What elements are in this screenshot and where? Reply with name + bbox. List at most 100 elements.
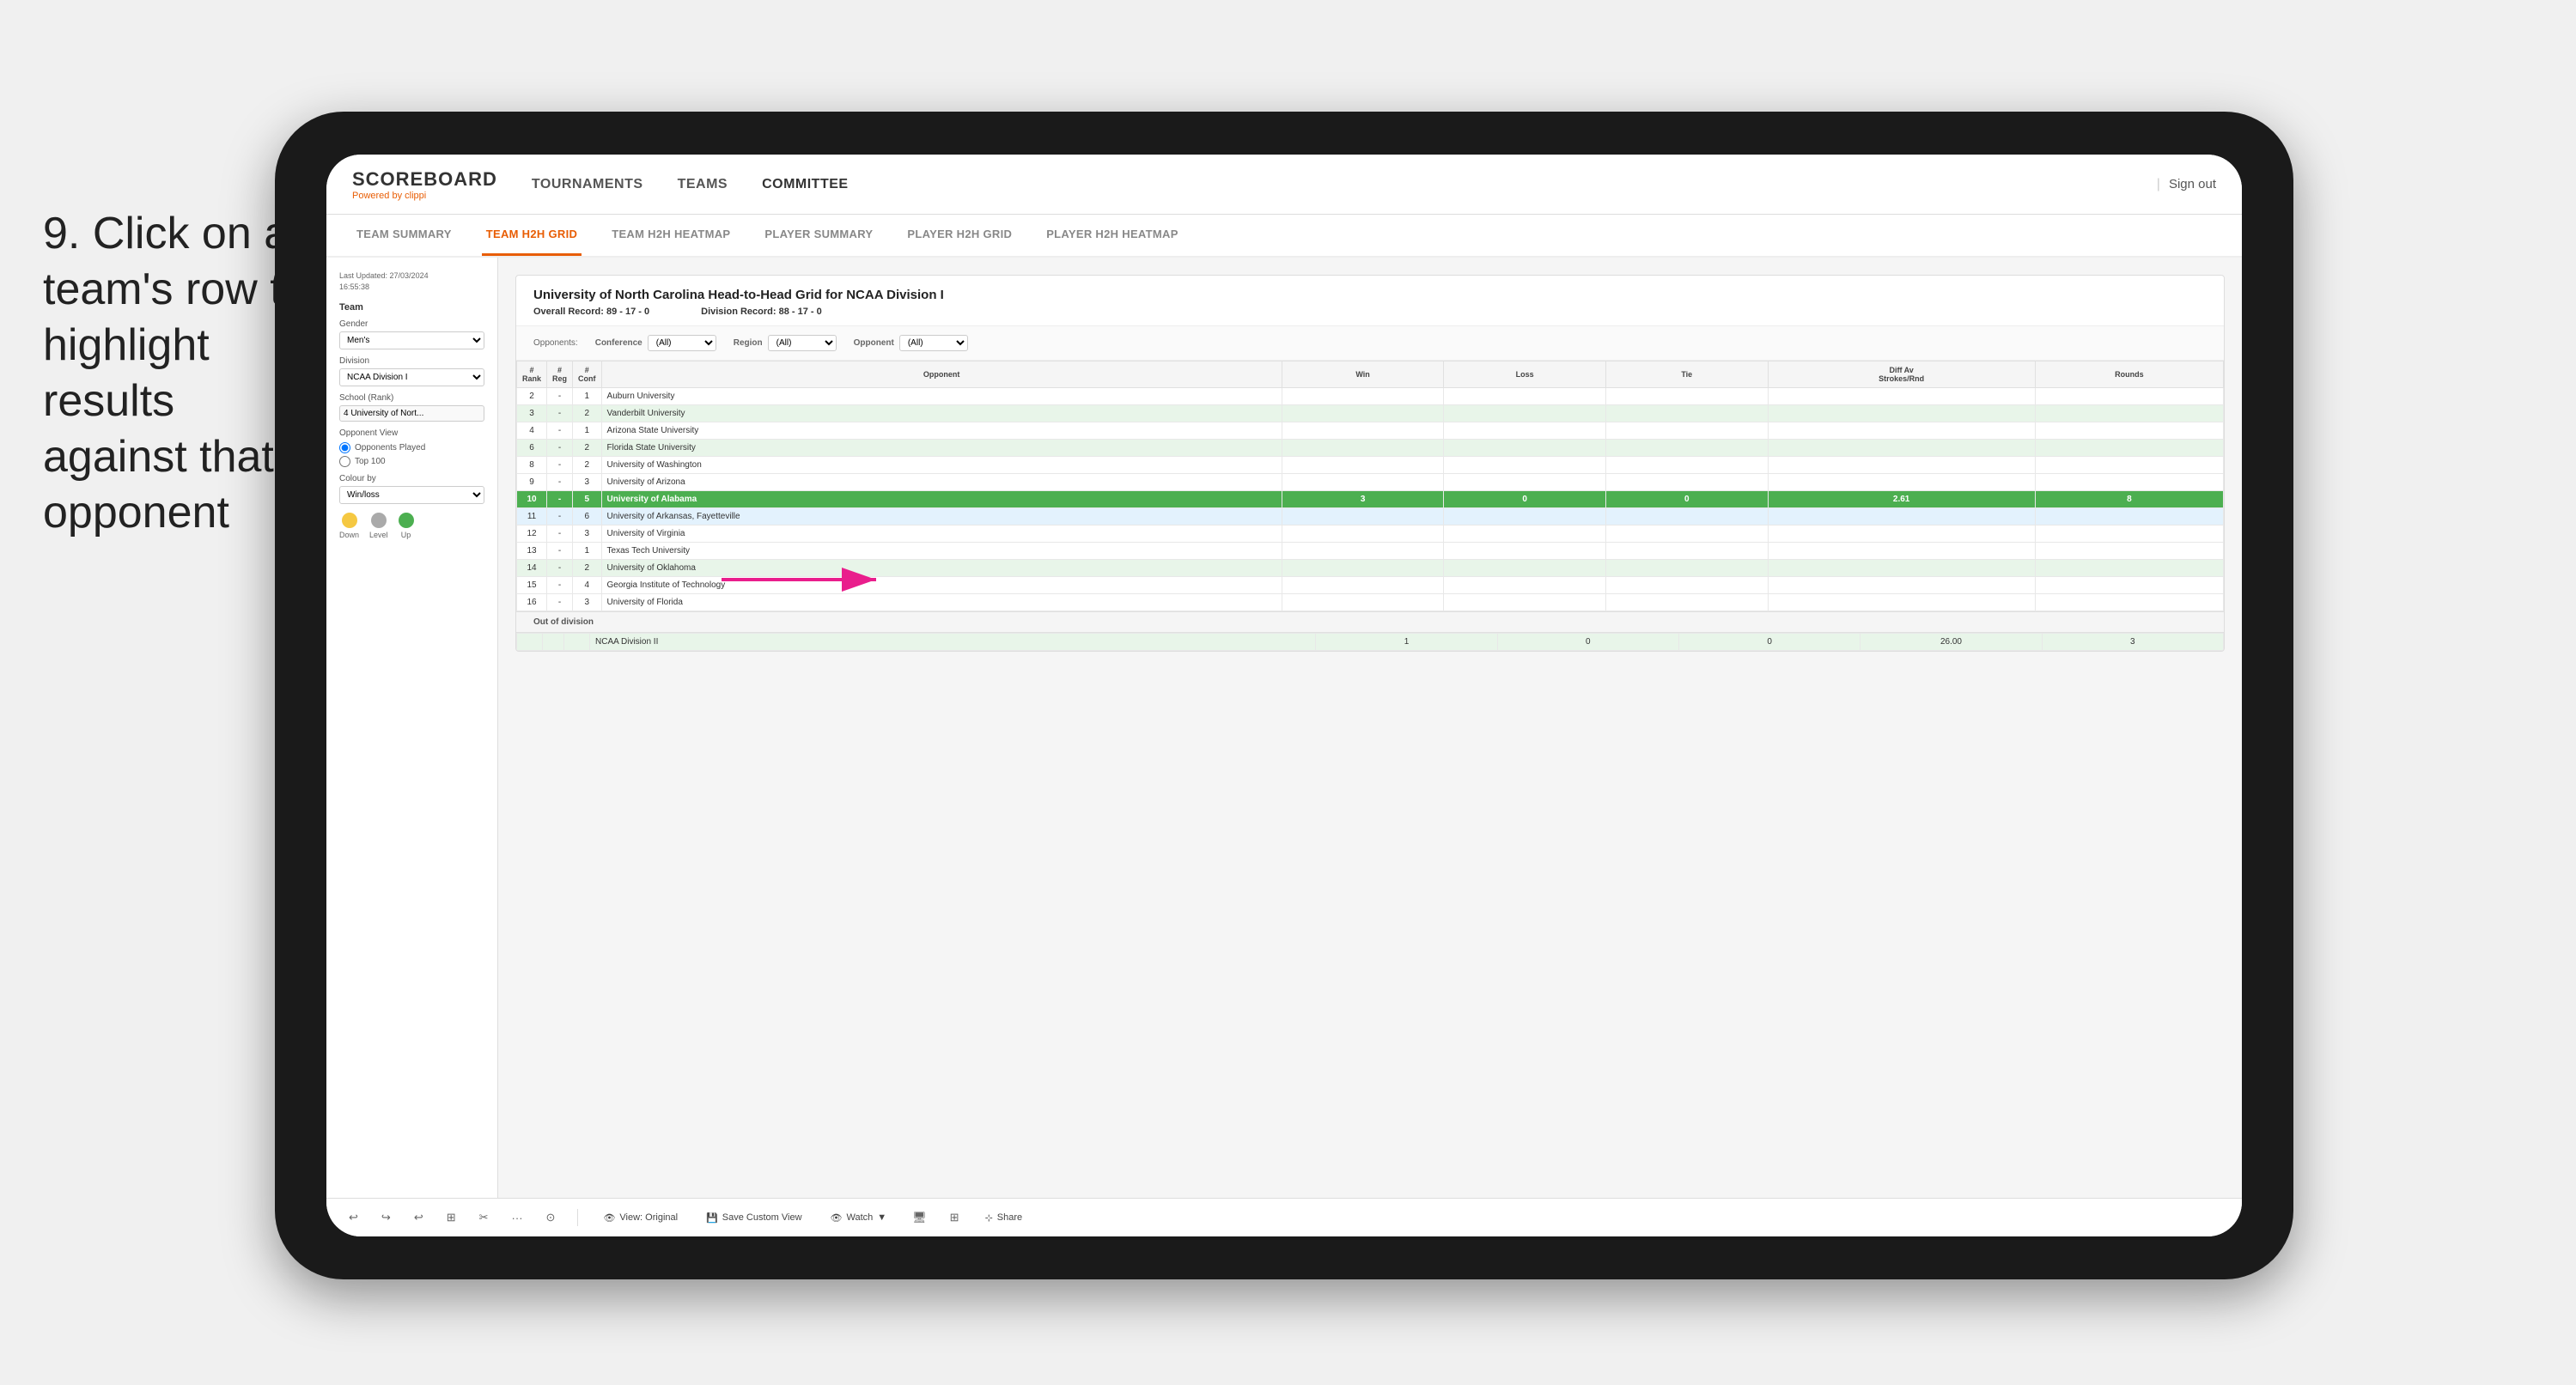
- nav-item-tournaments[interactable]: TOURNAMENTS: [532, 177, 643, 192]
- refresh-button[interactable]: ⊙: [541, 1207, 561, 1228]
- gender-select[interactable]: Men's: [339, 331, 484, 349]
- panel-title: University of North Carolina Head-to-Hea…: [533, 288, 2207, 302]
- toolbar-icon-2[interactable]: ⊞: [945, 1207, 965, 1228]
- cell-reg: -: [547, 491, 573, 508]
- radio-top-100[interactable]: Top 100: [339, 456, 484, 467]
- sidebar-team-title: Team: [339, 302, 484, 313]
- redo-button[interactable]: ↪: [376, 1207, 396, 1228]
- cell-rounds: 8: [2035, 491, 2223, 508]
- col-conf: #Conf: [573, 361, 602, 388]
- table-row[interactable]: 2-1Auburn University: [517, 388, 2224, 405]
- table-row[interactable]: 12-3University of Virginia: [517, 525, 2224, 543]
- cell-reg: -: [547, 560, 573, 577]
- nav-item-teams[interactable]: TEAMS: [678, 177, 728, 192]
- cell-reg: -: [547, 422, 573, 440]
- toolbar-icon-1[interactable]: 🖥: [907, 1207, 932, 1228]
- radio-opponents-played[interactable]: Opponents Played: [339, 442, 484, 453]
- cell-win: [1282, 457, 1444, 474]
- region-filter-label: Region: [734, 338, 763, 348]
- cell-diff: [1768, 474, 2035, 491]
- tab-player-h2h-grid[interactable]: PLAYER H2H GRID: [903, 215, 1016, 256]
- cell-opponent: Georgia Institute of Technology: [601, 577, 1282, 594]
- col-win: Win: [1282, 361, 1444, 388]
- conference-filter-label: Conference: [595, 338, 642, 348]
- cell-tie: [1605, 560, 1768, 577]
- share-button[interactable]: ⊹ Share: [977, 1208, 1031, 1228]
- table-row[interactable]: 8-2University of Washington: [517, 457, 2224, 474]
- cell-diff: [1768, 543, 2035, 560]
- up-dot: [399, 513, 414, 528]
- share-label: Share: [997, 1212, 1022, 1223]
- school-input[interactable]: 4 University of Nort...: [339, 405, 484, 422]
- cell-rounds: [2035, 405, 2223, 422]
- cell-rank: 8: [517, 457, 547, 474]
- tab-player-summary[interactable]: PLAYER SUMMARY: [760, 215, 877, 256]
- table-row[interactable]: 10-5University of Alabama3002.618: [517, 491, 2224, 508]
- more-button[interactable]: ···: [507, 1208, 528, 1228]
- cell-win: [1282, 560, 1444, 577]
- cell-reg: -: [547, 594, 573, 611]
- undo-button[interactable]: ↩: [344, 1207, 363, 1228]
- cell-diff: [1768, 525, 2035, 543]
- sign-out-link[interactable]: Sign out: [2169, 177, 2216, 191]
- cell-win: [1282, 440, 1444, 457]
- cell-conf: 1: [573, 388, 602, 405]
- table-row[interactable]: 3-2Vanderbilt University: [517, 405, 2224, 422]
- panel-header: University of North Carolina Head-to-Hea…: [516, 276, 2224, 326]
- region-filter-select[interactable]: (All): [768, 335, 837, 351]
- cell-win: [1282, 508, 1444, 525]
- od-reg: [543, 634, 564, 651]
- grid-button[interactable]: ⊞: [442, 1207, 461, 1228]
- division-select[interactable]: NCAA Division I: [339, 368, 484, 386]
- cell-diff: [1768, 560, 2035, 577]
- opponent-filter-select[interactable]: (All): [899, 335, 968, 351]
- cell-loss: [1444, 508, 1606, 525]
- level-dot: [371, 513, 387, 528]
- cell-conf: 2: [573, 457, 602, 474]
- conference-filter-select[interactable]: (All): [648, 335, 716, 351]
- cell-conf: 2: [573, 405, 602, 422]
- cell-rank: 15: [517, 577, 547, 594]
- cell-rounds: [2035, 560, 2223, 577]
- cell-win: [1282, 577, 1444, 594]
- sidebar-division-label: Division: [339, 356, 484, 366]
- nav-item-committee[interactable]: COMMITTEE: [762, 177, 849, 192]
- view-original-button[interactable]: 👁 View: Original: [595, 1208, 685, 1228]
- cell-diff: [1768, 508, 2035, 525]
- opponent-filter: Opponent (All): [854, 335, 968, 351]
- tablet-screen: SCOREBOARD Powered by clippi TOURNAMENTS…: [326, 155, 2242, 1236]
- cell-reg: -: [547, 457, 573, 474]
- opponent-view-radio-group: Opponents Played Top 100: [339, 442, 484, 467]
- cell-reg: -: [547, 508, 573, 525]
- cell-conf: 3: [573, 594, 602, 611]
- sub-nav: TEAM SUMMARY TEAM H2H GRID TEAM H2H HEAT…: [326, 215, 2242, 258]
- tab-team-h2h-grid[interactable]: TEAM H2H GRID: [482, 215, 582, 256]
- cell-opponent: University of Alabama: [601, 491, 1282, 508]
- cell-reg: -: [547, 525, 573, 543]
- tab-player-h2h-heatmap[interactable]: PLAYER H2H HEATMAP: [1042, 215, 1182, 256]
- filter-row: Opponents: Conference (All) Region (All): [516, 326, 2224, 361]
- view-label: View: Original: [619, 1212, 678, 1223]
- cut-button[interactable]: ✂: [474, 1207, 494, 1228]
- tab-team-h2h-heatmap[interactable]: TEAM H2H HEATMAP: [607, 215, 734, 256]
- cell-rank: 12: [517, 525, 547, 543]
- cell-loss: [1444, 525, 1606, 543]
- cell-diff: [1768, 440, 2035, 457]
- colour-by-select[interactable]: Win/loss: [339, 486, 484, 504]
- save-custom-view-button[interactable]: 💾 Save Custom View: [698, 1208, 809, 1228]
- cell-opponent: Arizona State University: [601, 422, 1282, 440]
- cell-conf: 1: [573, 422, 602, 440]
- table-row[interactable]: 11-6University of Arkansas, Fayetteville: [517, 508, 2224, 525]
- cell-rank: 4: [517, 422, 547, 440]
- table-row[interactable]: 6-2Florida State University: [517, 440, 2224, 457]
- cell-loss: 0: [1444, 491, 1606, 508]
- table-row[interactable]: 4-1Arizona State University: [517, 422, 2224, 440]
- table-row[interactable]: 9-3University of Arizona: [517, 474, 2224, 491]
- out-division-row[interactable]: NCAA Division II 1 0 0 26.00 3: [517, 634, 2224, 651]
- save-label: Save Custom View: [722, 1212, 802, 1223]
- tab-team-summary[interactable]: TEAM SUMMARY: [352, 215, 456, 256]
- back-button[interactable]: ↩: [409, 1207, 429, 1228]
- data-area: University of North Carolina Head-to-Hea…: [498, 258, 2242, 1198]
- watch-button[interactable]: 👁 Watch ▼: [823, 1208, 895, 1228]
- cell-tie: [1605, 457, 1768, 474]
